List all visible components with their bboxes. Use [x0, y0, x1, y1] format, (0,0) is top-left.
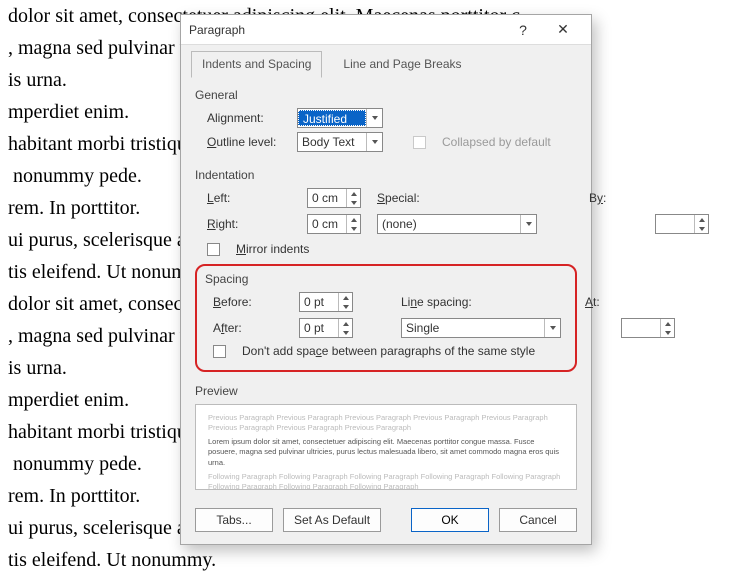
outline-level-value: Body Text: [298, 135, 366, 149]
tab-line-page-breaks[interactable]: Line and Page Breaks: [332, 51, 472, 78]
chevron-up-icon[interactable]: [695, 215, 708, 224]
indent-right-label: Right:: [207, 217, 297, 231]
chevron-down-icon[interactable]: [339, 302, 352, 311]
outline-level-label: Outline level:: [207, 135, 287, 149]
spacing-after-label: After:: [213, 321, 293, 335]
group-general-label: General: [195, 88, 577, 102]
indent-special-label: Special:: [377, 191, 477, 205]
spacing-at-spinner[interactable]: [621, 318, 675, 338]
outline-level-combo[interactable]: Body Text: [297, 132, 383, 152]
chevron-down-icon: [366, 109, 382, 127]
line-spacing-combo[interactable]: Single: [401, 318, 561, 338]
dialog-button-bar: Tabs... Set As Default OK Cancel: [181, 500, 591, 544]
line-spacing-label: Line spacing:: [401, 295, 481, 309]
chevron-up-icon[interactable]: [347, 215, 360, 224]
indent-left-label: Left:: [207, 191, 297, 205]
dialog-title: Paragraph: [189, 23, 503, 37]
chevron-up-icon[interactable]: [661, 319, 674, 328]
chevron-down-icon[interactable]: [339, 328, 352, 337]
close-button[interactable]: ✕: [543, 16, 583, 44]
cancel-button[interactable]: Cancel: [499, 508, 577, 532]
group-indentation-label: Indentation: [195, 168, 577, 182]
mirror-indents-checkbox[interactable]: [207, 243, 220, 256]
alignment-combo[interactable]: Justified: [297, 108, 383, 128]
preview-ghost-after: Following Paragraph Following Paragraph …: [208, 472, 564, 490]
spacing-at-label: At:: [585, 295, 615, 309]
indent-left-spinner[interactable]: 0 cm: [307, 188, 361, 208]
group-spacing-label: Spacing: [205, 272, 567, 286]
tabs-button[interactable]: Tabs...: [195, 508, 273, 532]
chevron-down-icon[interactable]: [661, 328, 674, 337]
indent-special-combo[interactable]: (none): [377, 214, 537, 234]
mirror-indents-label: Mirror indents: [236, 242, 309, 256]
paragraph-dialog: Paragraph ? ✕ Indents and Spacing Line a…: [180, 14, 592, 545]
indent-right-spinner[interactable]: 0 cm: [307, 214, 361, 234]
set-default-button[interactable]: Set As Default: [283, 508, 381, 532]
spacing-highlight: Spacing Before: 0 pt Line spacing: At: A…: [195, 264, 577, 372]
chevron-down-icon: [520, 215, 536, 233]
chevron-up-icon[interactable]: [347, 189, 360, 198]
ok-button[interactable]: OK: [411, 508, 489, 532]
dont-add-space-checkbox[interactable]: [213, 345, 226, 358]
collapsed-label: Collapsed by default: [442, 135, 551, 149]
chevron-down-icon[interactable]: [695, 224, 708, 233]
spacing-after-spinner[interactable]: 0 pt: [299, 318, 353, 338]
dont-add-space-label: Don't add space between paragraphs of th…: [242, 344, 535, 358]
chevron-up-icon[interactable]: [339, 293, 352, 302]
chevron-up-icon[interactable]: [339, 319, 352, 328]
dialog-titlebar: Paragraph ? ✕: [181, 15, 591, 45]
preview-box: Previous Paragraph Previous Paragraph Pr…: [195, 404, 577, 490]
spacing-before-label: Before:: [213, 295, 293, 309]
preview-ghost-before: Previous Paragraph Previous Paragraph Pr…: [208, 413, 564, 433]
chevron-down-icon: [366, 133, 382, 151]
indent-by-label: By:: [589, 191, 639, 205]
group-preview-label: Preview: [195, 384, 577, 398]
dialog-tabs: Indents and Spacing Line and Page Breaks: [181, 45, 591, 78]
chevron-down-icon: [544, 319, 560, 337]
indent-by-spinner[interactable]: [655, 214, 709, 234]
alignment-value: Justified: [298, 110, 366, 126]
preview-sample-text: Lorem ipsum dolor sit amet, consectetuer…: [208, 437, 564, 467]
alignment-label: Alignment:: [207, 111, 287, 125]
spacing-before-spinner[interactable]: 0 pt: [299, 292, 353, 312]
help-button[interactable]: ?: [503, 16, 543, 44]
chevron-down-icon[interactable]: [347, 224, 360, 233]
chevron-down-icon[interactable]: [347, 198, 360, 207]
tab-indents-spacing[interactable]: Indents and Spacing: [191, 51, 322, 78]
collapsed-checkbox: [413, 136, 426, 149]
